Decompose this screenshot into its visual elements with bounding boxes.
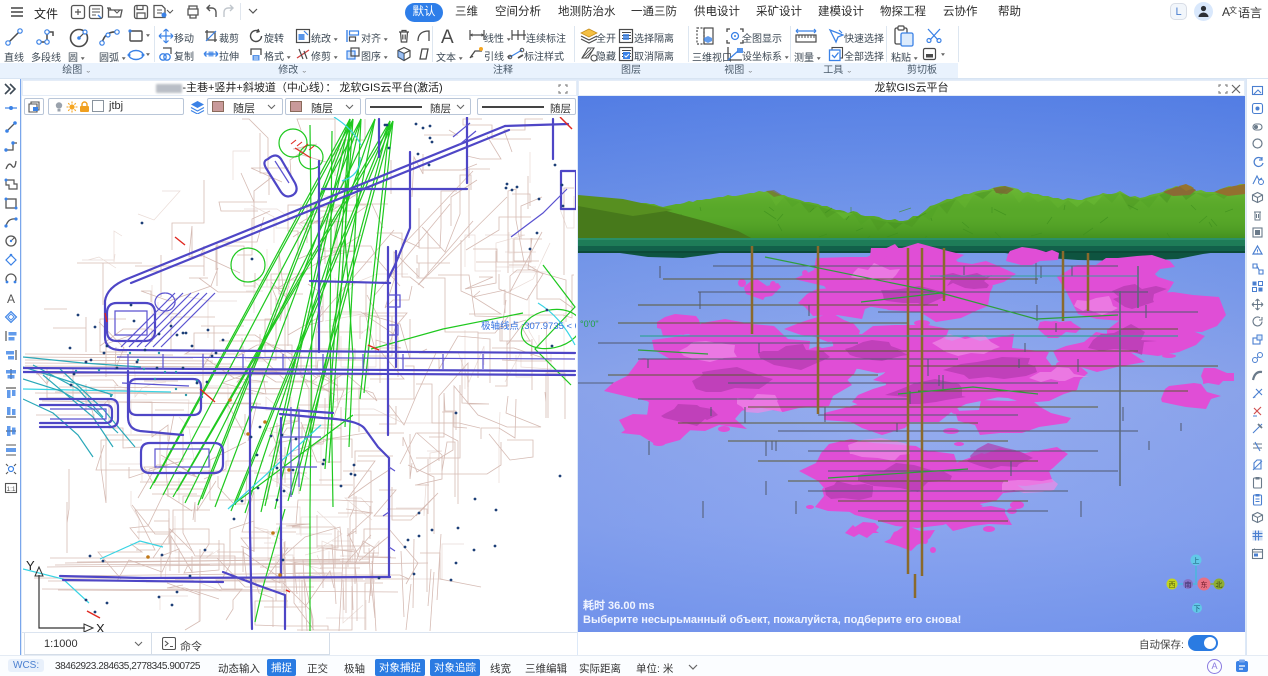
svg-text:1:1: 1:1 [6,486,15,493]
svg-text:西: 西 [1169,581,1176,589]
svg-text:X: X [96,621,105,632]
svg-text:A: A [441,27,454,46]
svg-text:Y: Y [26,558,35,573]
svg-text:耗时 36.00 ms: 耗时 36.00 ms [583,598,655,612]
svg-text:极轴线点 :307.9735 < 0°0'0": 极轴线点 :307.9735 < 0°0'0" [481,320,576,332]
svg-text:东: 东 [1201,580,1208,589]
svg-text:下: 下 [1194,605,1201,613]
svg-text:南: 南 [1185,580,1192,589]
svg-text:Выберите несырьманный объект,: Выберите несырьманный объект, пожалуйста… [583,614,961,626]
svg-text:文: 文 [1229,5,1237,15]
svg-text:°0'0": °0'0" [580,319,599,329]
svg-text:A: A [7,292,15,305]
svg-text:上: 上 [1193,556,1200,565]
svg-text:北: 北 [1216,581,1223,589]
